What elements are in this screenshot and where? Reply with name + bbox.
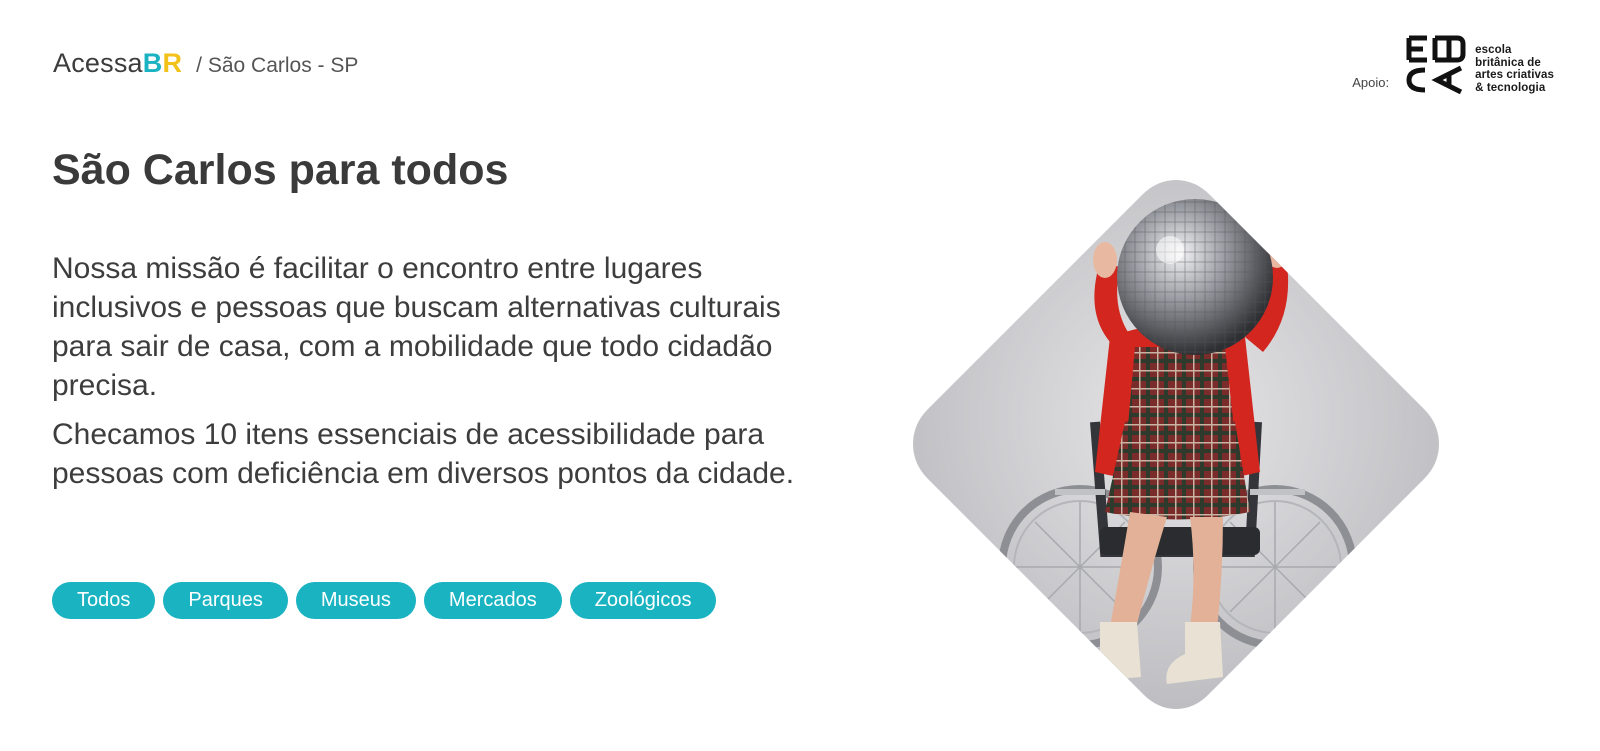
header-brand: AcessaBR / São Carlos - SP: [53, 48, 358, 79]
page-title: São Carlos para todos: [52, 146, 509, 194]
filter-chip-parques[interactable]: Parques: [163, 582, 288, 619]
sponsor-name: escola britânica de artes criativas & te…: [1475, 44, 1554, 94]
logo-letter-r: R: [162, 48, 183, 78]
hero-image: [913, 180, 1439, 709]
acessabr-logo[interactable]: AcessaBR: [53, 48, 182, 79]
checklist-paragraph: Checamos 10 itens essenciais de acessibi…: [52, 418, 795, 490]
logo-prefix: Acessa: [53, 48, 143, 78]
sponsor-line: escola: [1475, 44, 1512, 56]
sponsor-line: britânica de: [1475, 56, 1541, 69]
sponsor-line: artes criativas: [1475, 69, 1554, 81]
filter-chip-museus[interactable]: Museus: [295, 582, 416, 619]
ebac-logo-icon[interactable]: [1403, 34, 1467, 94]
sponsor-label: Apoio:: [1352, 75, 1390, 90]
sponsor-block: Apoio: escola britânica de artes criativ…: [1352, 34, 1554, 94]
breadcrumb: / São Carlos - SP: [196, 54, 359, 77]
sponsor-line: & tecnologia: [1475, 81, 1546, 94]
filter-chip-mercados[interactable]: Mercados: [423, 582, 562, 619]
filter-chip-todos[interactable]: Todos: [52, 582, 156, 619]
logo-letter-b: B: [142, 48, 163, 78]
filter-chip-zoologicos[interactable]: Zoológicos: [569, 582, 717, 619]
mission-paragraph: Nossa missão é facilitar o encontro entr…: [52, 252, 781, 402]
page: AcessaBR / São Carlos - SP Apoio: escola…: [0, 0, 1600, 751]
category-filters: Todos Parques Museus Mercados Zoológicos: [52, 582, 717, 619]
